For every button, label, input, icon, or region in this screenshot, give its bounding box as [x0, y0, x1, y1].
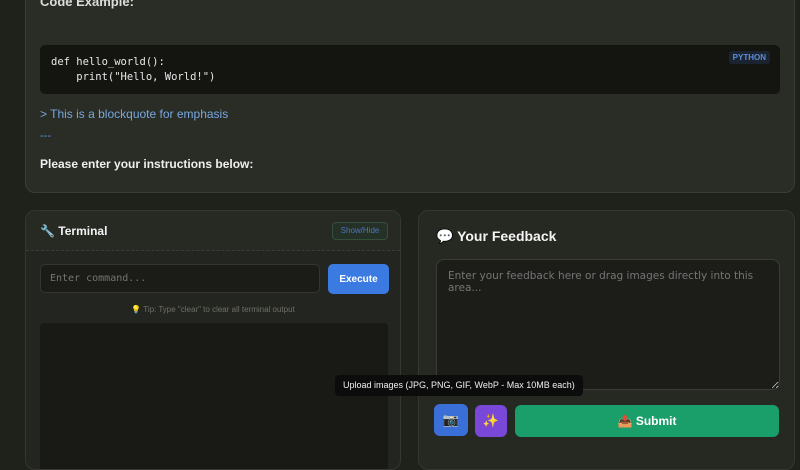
code-line: print("Hello, World!"): [51, 71, 216, 83]
horizontal-rule: ---: [40, 130, 51, 142]
code-line: def hello_world():: [51, 56, 165, 68]
terminal-title-text: Terminal: [58, 224, 108, 238]
show-hide-button[interactable]: Show/Hide: [332, 222, 388, 240]
terminal-tip: 💡 Tip: Type "clear" to clear all termina…: [131, 305, 295, 314]
wrench-icon: 🔧: [40, 224, 55, 238]
upload-images-button[interactable]: 📷: [434, 404, 468, 436]
feedback-title-text: Your Feedback: [457, 228, 557, 244]
instructions-text: Please enter your instructions below:: [40, 157, 254, 171]
blockquote: > This is a blockquote for emphasis: [40, 107, 229, 121]
feedback-textarea[interactable]: [436, 259, 780, 390]
feedback-title: 💬 Your Feedback: [436, 228, 556, 245]
upload-tooltip: Upload images (JPG, PNG, GIF, WebP - Max…: [335, 375, 583, 396]
terminal-title: 🔧 Terminal: [40, 224, 107, 238]
code-block: def hello_world(): print("Hello, World!"…: [40, 45, 780, 94]
enhance-button[interactable]: ✨: [475, 405, 507, 437]
terminal-panel: 🔧 Terminal Show/Hide Execute 💡 Tip: Type…: [25, 210, 401, 470]
code-heading: Code Example:: [40, 0, 134, 9]
terminal-output[interactable]: [40, 323, 388, 469]
execute-button[interactable]: Execute: [328, 264, 389, 294]
code-language-badge: PYTHON: [728, 51, 770, 64]
terminal-header: 🔧 Terminal Show/Hide: [26, 211, 400, 251]
submit-label: Submit: [635, 414, 677, 428]
outbox-icon: 📤: [617, 414, 633, 428]
sparkles-icon: ✨: [482, 413, 500, 428]
submit-button[interactable]: 📤 Submit: [515, 405, 779, 437]
code-text: def hello_world(): print("Hello, World!"…: [51, 55, 215, 85]
speech-bubble-icon: 💬: [436, 228, 454, 244]
command-input[interactable]: [40, 264, 320, 293]
camera-icon: 📷: [442, 412, 460, 427]
